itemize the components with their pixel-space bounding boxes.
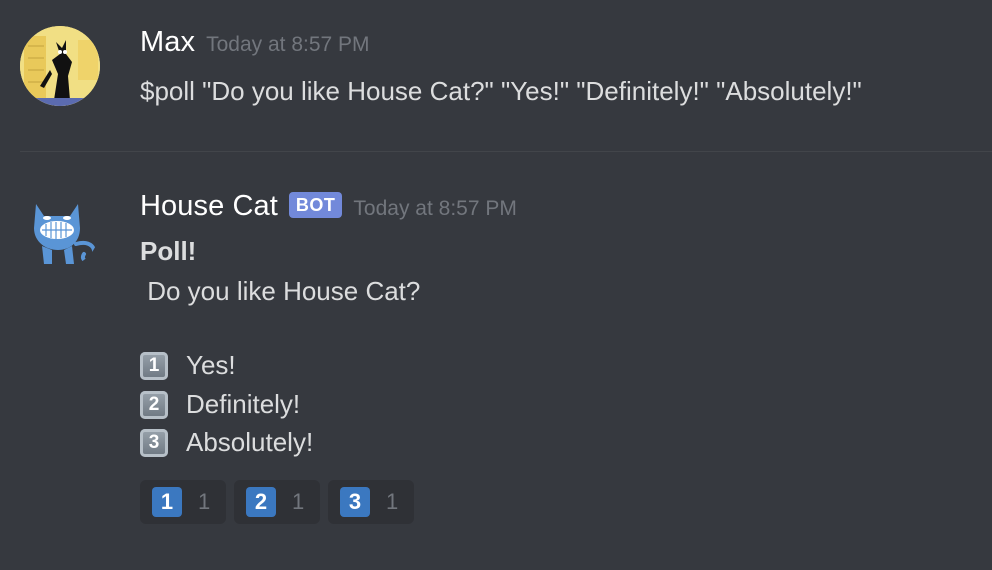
poll-option-label: Definitely! bbox=[186, 389, 301, 419]
keycap-two-icon: 2 bbox=[246, 487, 276, 517]
reaction-count: 1 bbox=[198, 489, 211, 514]
poll-option-label: Yes! bbox=[186, 350, 236, 380]
timestamp: Today at 8:57 PM bbox=[353, 197, 517, 220]
poll-title: Poll! bbox=[140, 236, 197, 266]
cartoon-character-avatar-icon bbox=[20, 26, 100, 106]
avatar[interactable] bbox=[20, 188, 100, 268]
reaction-one[interactable]: 1 1 bbox=[140, 480, 226, 524]
keycap-two-icon: 2 bbox=[140, 390, 168, 419]
timestamp: Today at 8:57 PM bbox=[206, 33, 370, 56]
poll-option-label: Absolutely! bbox=[186, 427, 314, 457]
avatar[interactable] bbox=[20, 26, 100, 106]
keycap-one-icon: 1 bbox=[140, 351, 168, 380]
poll-option: 1 Yes! bbox=[140, 350, 236, 381]
reaction-three[interactable]: 3 1 bbox=[328, 480, 414, 524]
message-header: House Cat BOT Today at 8:57 PM bbox=[140, 190, 517, 223]
message-content: $poll "Do you like House Cat?" "Yes!" "D… bbox=[140, 76, 862, 106]
username[interactable]: Max bbox=[140, 26, 195, 59]
reactions-bar: 1 1 2 1 3 1 bbox=[140, 480, 422, 524]
reaction-count: 1 bbox=[292, 489, 305, 514]
poll-option: 3 Absolutely! bbox=[140, 427, 313, 458]
keycap-three-icon: 3 bbox=[140, 428, 168, 457]
poll-question: Do you like House Cat? bbox=[140, 276, 421, 306]
blue-grinning-cat-icon bbox=[34, 204, 96, 264]
reaction-two[interactable]: 2 1 bbox=[234, 480, 320, 524]
chat-view: Max Today at 8:57 PM $poll "Do you like … bbox=[0, 0, 992, 570]
message-header: Max Today at 8:57 PM bbox=[140, 26, 370, 59]
username[interactable]: House Cat bbox=[140, 190, 278, 223]
keycap-one-icon: 1 bbox=[152, 487, 182, 517]
reaction-count: 1 bbox=[386, 489, 399, 514]
poll-option: 2 Definitely! bbox=[140, 389, 300, 420]
bot-tag: BOT bbox=[288, 192, 343, 218]
message-divider bbox=[20, 151, 992, 152]
keycap-three-icon: 3 bbox=[340, 487, 370, 517]
